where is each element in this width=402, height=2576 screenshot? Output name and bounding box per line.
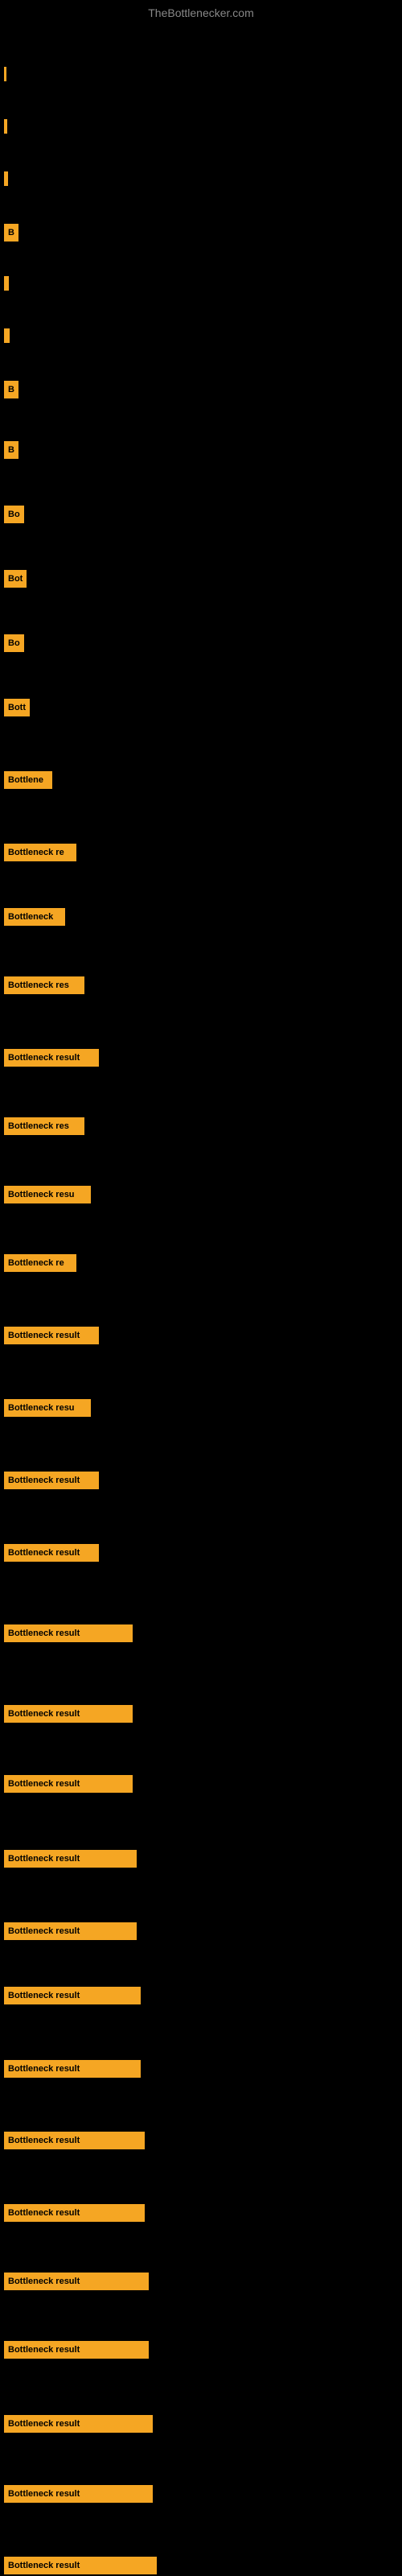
bar-label: Bottleneck result [4,1922,137,1940]
bar-label: Bottleneck resu [4,1399,91,1417]
bar-label: Bottleneck result [4,2273,149,2290]
bar-row: Bottleneck result [4,2132,145,2149]
bar-row: Bo [4,634,24,652]
bar-small [4,171,8,186]
bar-row: Bott [4,699,30,716]
bar-row: Bottlene [4,771,52,789]
bar-row: Bo [4,506,24,523]
bar-label: Bottleneck result [4,1049,99,1067]
bar-row: Bottleneck result [4,1472,99,1489]
bar-row: Bottleneck result [4,1544,99,1562]
bar-row [4,67,6,81]
bar-row: Bottleneck result [4,1705,133,1723]
bar-label: B [4,224,18,242]
bar-row: Bottleneck result [4,1987,141,2004]
bar-label: Bottleneck re [4,844,76,861]
bar-row: Bottleneck result [4,1922,137,1940]
bar-label: Bottleneck result [4,1624,133,1642]
bar-row: Bottleneck result [4,2273,149,2290]
bar-label: Bottleneck result [4,2204,145,2222]
bar-label: Bottleneck result [4,2341,149,2359]
bar-label: Bottleneck res [4,1117,84,1135]
bar-row: Bottleneck result [4,2060,141,2078]
bar-row: Bottleneck result [4,1850,137,1868]
bar-small [4,328,10,343]
bar-row: Bottleneck result [4,1049,99,1067]
bar-row: Bottleneck result [4,2485,153,2503]
bar-label: Bottleneck result [4,2485,153,2503]
bar-row: Bottleneck result [4,2557,157,2574]
bar-row: Bottleneck result [4,2415,153,2433]
bar-small [4,67,6,81]
bar-row: Bottleneck resu [4,1399,91,1417]
bar-row: B [4,224,18,242]
bars-container: B B B Bo Bot Bo Bott Bottlene Bottleneck re Bottl… [0,23,402,2558]
bar-row: Bottleneck result [4,1327,99,1344]
bar-label: B [4,381,18,398]
bar-label: Bottleneck result [4,2557,157,2574]
bar-label: Bottleneck result [4,2060,141,2078]
bar-label: Bot [4,570,27,588]
bar-row: Bottleneck result [4,2204,145,2222]
bar-row: Bottleneck [4,908,65,926]
bar-label: Bottleneck result [4,2415,153,2433]
bar-small [4,119,7,134]
bar-label: Bottleneck result [4,1705,133,1723]
bar-row: Bottleneck res [4,1117,84,1135]
bar-label: Bottleneck [4,908,65,926]
bar-row: Bottleneck re [4,844,76,861]
bar-row: B [4,381,18,398]
bar-label: Bottleneck re [4,1254,76,1272]
bar-label: Bottleneck result [4,1327,99,1344]
bar-small [4,276,9,291]
bar-row: B [4,441,18,459]
bar-row: Bottleneck re [4,1254,76,1272]
bar-row: Bottleneck result [4,2341,149,2359]
site-title: TheBottlenecker.com [0,0,402,23]
bar-label: Bottleneck result [4,1544,99,1562]
bar-row [4,276,9,291]
bar-row: Bottleneck result [4,1775,133,1793]
bar-label: Bo [4,634,24,652]
bar-row: Bottleneck result [4,1624,133,1642]
bar-label: Bottleneck result [4,2132,145,2149]
bar-label: Bottleneck result [4,1850,137,1868]
bar-row: Bottleneck resu [4,1186,91,1203]
bar-row [4,328,10,343]
bar-label: Bo [4,506,24,523]
bar-label: B [4,441,18,459]
bar-row: Bot [4,570,27,588]
bar-label: Bottleneck result [4,1472,99,1489]
bar-label: Bottleneck resu [4,1186,91,1203]
bar-row [4,119,7,134]
bar-label: Bottleneck res [4,976,84,994]
bar-row [4,171,8,186]
bar-label: Bottleneck result [4,1987,141,2004]
bar-row: Bottleneck res [4,976,84,994]
bar-label: Bott [4,699,30,716]
bar-label: Bottlene [4,771,52,789]
bar-label: Bottleneck result [4,1775,133,1793]
